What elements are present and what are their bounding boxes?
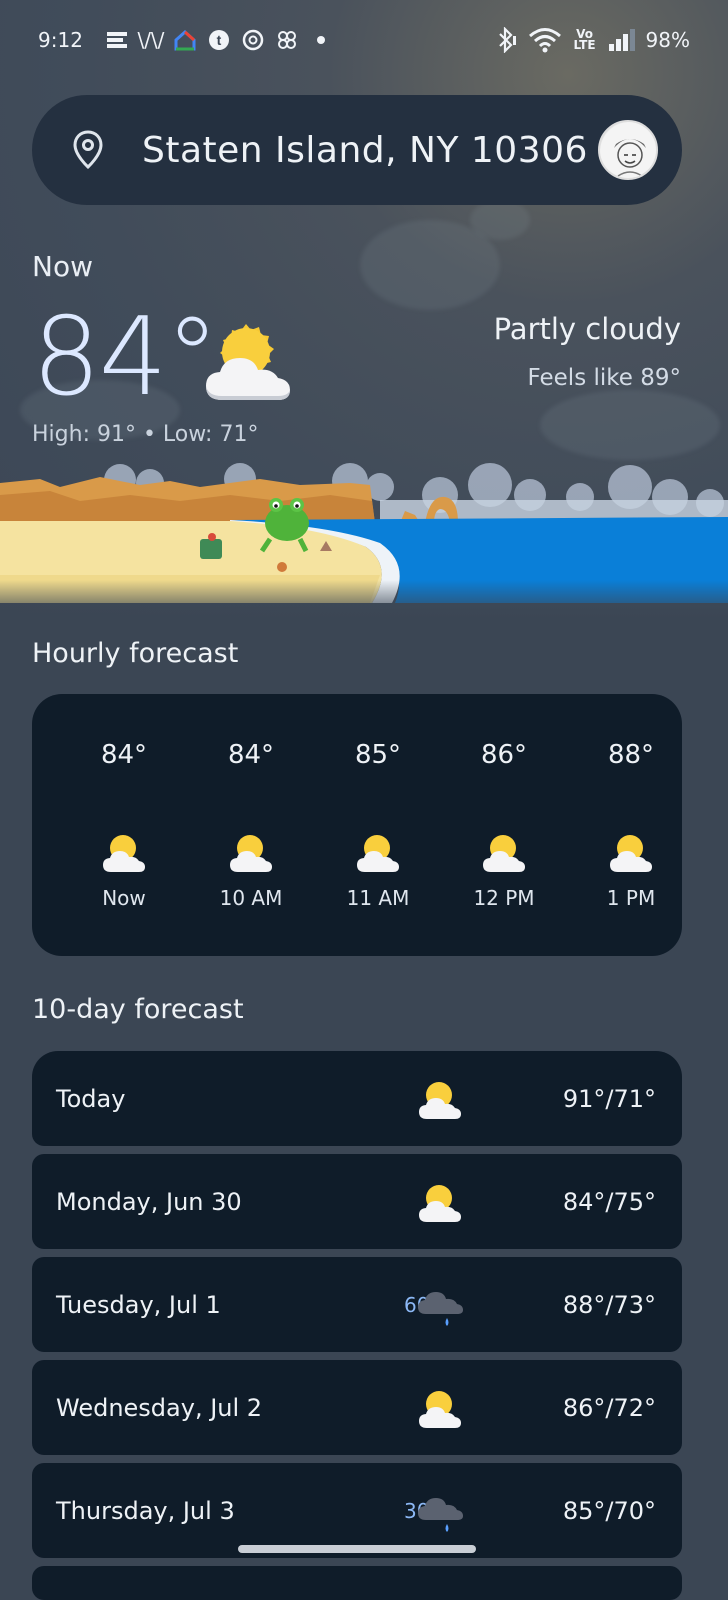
- day-name: Tuesday, Jul 1: [56, 1290, 221, 1319]
- partly-cloudy-icon: [354, 828, 402, 876]
- day-high-low: 88°/73°: [562, 1290, 656, 1319]
- wifi-icon: [528, 27, 562, 53]
- rain-cloud-icon: [416, 1487, 464, 1535]
- location-pin-icon: [72, 130, 104, 170]
- daily-row[interactable]: Tuesday, Jul 1 60% 88°/73°: [32, 1257, 682, 1352]
- partly-cloudy-icon: [416, 1075, 464, 1123]
- hourly-time: 10 AM: [219, 886, 283, 910]
- hourly-time: 11 AM: [346, 886, 410, 910]
- hourly-time: 1 PM: [606, 886, 656, 910]
- day-name: Today: [56, 1084, 126, 1113]
- high-low-text: High: 91° • Low: 71°: [32, 422, 259, 447]
- hourly-time: 12 PM: [473, 886, 535, 910]
- status-time: 9:12: [38, 28, 83, 52]
- hourly-forecast-title: Hourly forecast: [32, 638, 239, 669]
- partly-cloudy-icon: [480, 828, 528, 876]
- cell-signal-icon: [608, 28, 636, 52]
- daily-row[interactable]: Wednesday, Jul 2 86°/72°: [32, 1360, 682, 1455]
- now-label: Now: [32, 250, 93, 283]
- daily-row-today[interactable]: Today 91°/71°: [32, 1051, 682, 1146]
- current-temperature: 84°: [32, 295, 219, 420]
- partly-cloudy-icon: [200, 312, 296, 408]
- hourly-temp: 84°: [227, 740, 275, 770]
- hourly-temp: 84°: [100, 740, 148, 770]
- battery-level: 98%: [645, 28, 690, 52]
- day-high-low: 86°/72°: [562, 1393, 656, 1422]
- ten-day-forecast-title: 10-day forecast: [32, 994, 244, 1025]
- day-high-low: 91°/71°: [562, 1084, 656, 1113]
- daily-row-partial[interactable]: [32, 1566, 682, 1600]
- partly-cloudy-icon: [227, 828, 275, 876]
- pinwheel-icon: [275, 28, 299, 52]
- day-name: Monday, Jun 30: [56, 1187, 242, 1216]
- app-notification-icon: [105, 28, 129, 52]
- home-gesture-bar[interactable]: [238, 1545, 476, 1553]
- partly-cloudy-icon: [607, 828, 655, 876]
- app-notification-icon: \/\/: [137, 28, 165, 52]
- hourly-forecast-card[interactable]: 84° Now 84° 10 AM 85° 11 AM 86° 12 PM 88…: [32, 694, 682, 956]
- google-home-icon: [173, 28, 197, 52]
- rain-cloud-icon: [416, 1281, 464, 1329]
- location-text[interactable]: Staten Island, NY 10306: [142, 130, 588, 171]
- day-high-low: 85°/70°: [562, 1496, 656, 1525]
- notification-icons: \/\/ t: [105, 28, 333, 52]
- hourly-time: Now: [102, 886, 146, 910]
- account-avatar[interactable]: [598, 120, 658, 180]
- hourly-temp: 85°: [354, 740, 402, 770]
- status-bar: 9:12 \/\/ t Vo LTE 98%: [0, 0, 728, 80]
- day-name: Wednesday, Jul 2: [56, 1393, 263, 1422]
- partly-cloudy-icon: [100, 828, 148, 876]
- more-notifications-dot-icon: [309, 28, 333, 52]
- daily-row[interactable]: Monday, Jun 30 84°/75°: [32, 1154, 682, 1249]
- svg-text:t: t: [217, 32, 222, 48]
- hourly-temp: 88°: [607, 740, 655, 770]
- bluetooth-icon: [494, 27, 518, 53]
- partly-cloudy-icon: [416, 1384, 464, 1432]
- feels-like-text: Feels like 89°: [527, 365, 681, 391]
- hourly-temp: 86°: [480, 740, 528, 770]
- tumblr-icon: t: [207, 28, 231, 52]
- volte-icon: Vo LTE: [573, 27, 596, 52]
- beach-scene-illustration: [0, 455, 728, 620]
- system-icons: Vo LTE 98%: [494, 27, 690, 53]
- location-search-bar[interactable]: Staten Island, NY 10306: [32, 95, 682, 205]
- condition-text: Partly cloudy: [493, 312, 681, 346]
- day-high-low: 84°/75°: [562, 1187, 656, 1216]
- threads-icon: [241, 28, 265, 52]
- daily-row[interactable]: Thursday, Jul 3 30% 85°/70°: [32, 1463, 682, 1558]
- partly-cloudy-icon: [416, 1178, 464, 1226]
- day-name: Thursday, Jul 3: [56, 1496, 235, 1525]
